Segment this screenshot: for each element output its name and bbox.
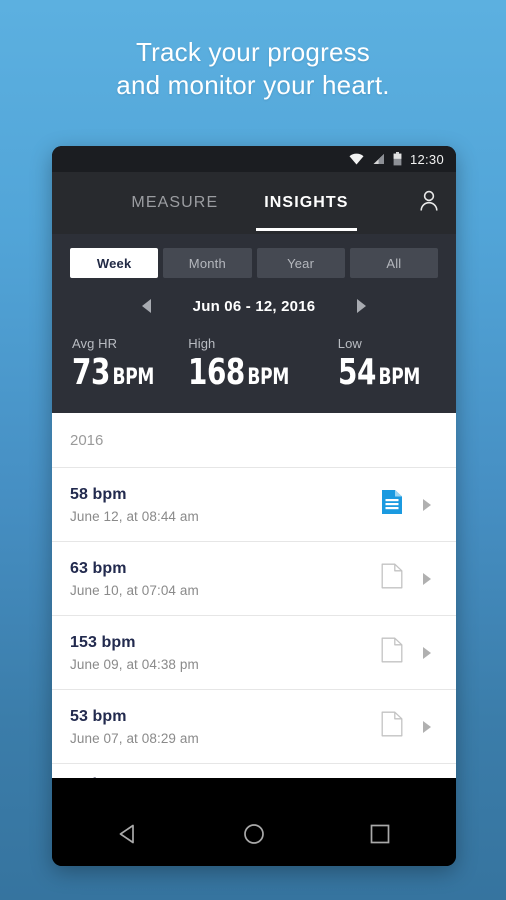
row-text: 48 bpm [70,764,440,778]
wifi-icon [349,153,364,165]
stat-value: 54 BPM [338,352,424,393]
document-outline-icon [381,563,403,594]
stat-low: Low 54 BPM [306,336,438,393]
row-bpm-value: 58 bpm [70,485,127,503]
row-timestamp: June 09, at 04:38 pm [70,656,199,672]
row-bpm-value: 153 bpm [70,633,136,651]
stats-row: Avg HR 73 BPM High 168 BPM Low 54 BPM [70,330,438,413]
stat-number: 168 [188,352,246,393]
back-triangle-icon [117,823,139,850]
period-filter-group: Week Month Year All [70,248,438,278]
recents-square-icon [369,823,391,850]
row-timestamp: June 07, at 08:29 am [70,730,199,746]
insights-summary-panel: Week Month Year All Jun 06 - 12, 2016 Av… [52,234,456,413]
android-nav-bar [52,806,456,866]
document-outline-icon [381,637,403,668]
row-disclosure-button[interactable] [414,498,440,511]
stat-number: 73 [72,352,110,393]
filter-month[interactable]: Month [163,248,252,278]
person-icon [418,189,440,218]
table-row[interactable]: 53 bpm June 07, at 08:29 am [52,690,456,764]
promo-headline: Track your progress and monitor your hea… [0,36,506,102]
date-range-navigator: Jun 06 - 12, 2016 [70,282,438,330]
table-row[interactable]: 48 bpm [52,764,456,778]
tab-measure[interactable]: MEASURE [131,172,218,234]
table-row[interactable]: 63 bpm June 10, at 07:04 am [52,542,456,616]
row-timestamp: June 12, at 08:44 am [70,508,199,524]
note-button[interactable] [370,563,414,594]
measurement-list[interactable]: 2016 58 bpm June 12, at 08:44 am 63 bpm … [52,413,456,778]
table-row[interactable]: 153 bpm June 09, at 04:38 pm [52,616,456,690]
battery-icon [393,152,402,166]
tab-bar: MEASURE INSIGHTS [52,172,402,234]
prev-period-button[interactable] [139,296,155,316]
promo-line-2: and monitor your heart. [116,70,390,100]
document-outline-icon [381,711,403,742]
stat-unit: BPM [247,365,290,390]
stat-value: 168 BPM [188,352,289,393]
chevron-left-icon [142,299,152,313]
row-bpm-value: 53 bpm [70,707,127,725]
nav-back-button[interactable] [109,817,147,855]
note-button[interactable] [370,489,414,520]
chevron-right-icon [423,572,431,585]
row-timestamp: June 10, at 07:04 am [70,582,199,598]
home-circle-icon [243,823,265,850]
chevron-right-icon [356,299,366,313]
stat-avg-hr: Avg HR 73 BPM [70,336,172,393]
nav-home-button[interactable] [235,817,273,855]
chevron-right-icon [423,646,431,659]
next-period-button[interactable] [353,296,369,316]
stat-label: Low [337,336,362,351]
status-bar: 12:30 [52,146,456,172]
row-disclosure-button[interactable] [414,646,440,659]
filter-week[interactable]: Week [70,248,159,278]
nav-recents-button[interactable] [361,817,399,855]
status-bar-clock: 12:30 [409,151,444,167]
document-filled-icon [381,489,403,520]
list-year-header: 2016 [52,413,456,468]
cellular-signal-icon [372,153,385,165]
chevron-right-icon [423,498,431,511]
chevron-right-icon [423,720,431,733]
profile-button[interactable] [402,172,456,234]
tab-insights[interactable]: INSIGHTS [256,172,358,234]
table-row[interactable]: 58 bpm June 12, at 08:44 am [52,468,456,542]
app-bar: MEASURE INSIGHTS [52,172,456,234]
filter-all[interactable]: All [349,248,438,278]
stat-high: High 168 BPM [172,336,306,393]
row-bpm-value: 48 bpm [70,776,440,778]
phone-mockup: 12:30 MEASURE INSIGHTS Week Month Year A… [52,146,456,866]
row-text: 63 bpm June 10, at 07:04 am [70,560,370,598]
row-text: 53 bpm June 07, at 08:29 am [70,708,370,746]
stat-unit: BPM [112,365,155,390]
date-range-label: Jun 06 - 12, 2016 [192,297,316,315]
row-disclosure-button[interactable] [414,720,440,733]
stat-unit: BPM [378,365,420,390]
row-text: 58 bpm June 12, at 08:44 am [70,486,370,524]
row-text: 153 bpm June 09, at 04:38 pm [70,634,370,672]
row-disclosure-button[interactable] [414,572,440,585]
stat-label: High [188,336,216,351]
stat-value: 73 BPM [72,352,158,393]
stat-number: 54 [337,352,376,393]
row-bpm-value: 63 bpm [70,559,127,577]
stat-label: Avg HR [72,336,118,351]
note-button[interactable] [370,637,414,668]
promo-line-1: Track your progress [135,37,371,67]
filter-year[interactable]: Year [256,248,345,278]
note-button[interactable] [370,711,414,742]
